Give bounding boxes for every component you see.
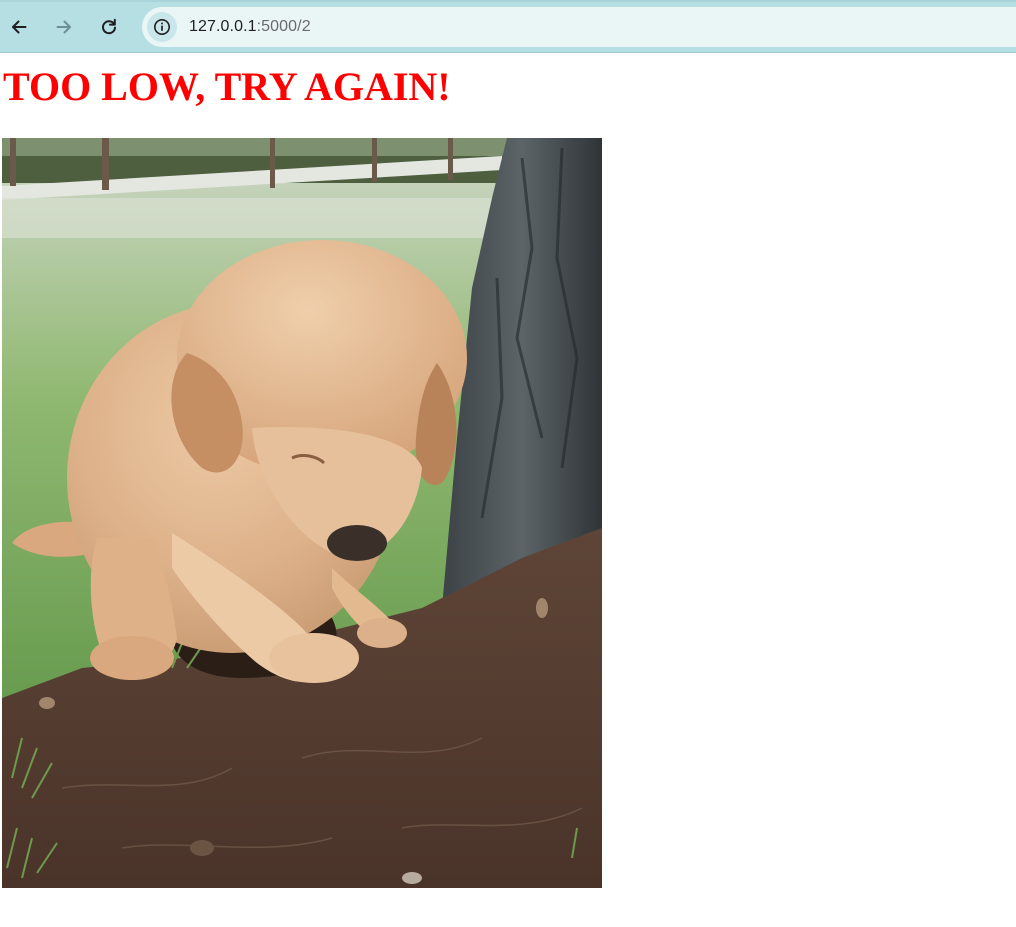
forward-button[interactable] [47,10,81,44]
browser-toolbar: 127.0.0.1:5000/2 [0,0,1016,53]
puppy-illustration [2,138,602,888]
url-path: :5000/2 [256,18,311,35]
address-bar[interactable]: 127.0.0.1:5000/2 [142,7,1016,47]
reload-icon [102,18,116,35]
info-icon [154,19,170,35]
url-text[interactable]: 127.0.0.1:5000/2 [189,18,311,36]
result-heading: TOO LOW, TRY AGAIN! [3,64,451,109]
reload-button[interactable] [92,10,126,44]
forward-arrow-icon [56,20,71,34]
back-arrow-icon [12,20,27,34]
url-host: 127.0.0.1 [189,18,257,35]
site-info-button[interactable] [147,12,177,42]
puppy-digging-image [2,138,602,888]
back-button[interactable] [2,10,36,44]
